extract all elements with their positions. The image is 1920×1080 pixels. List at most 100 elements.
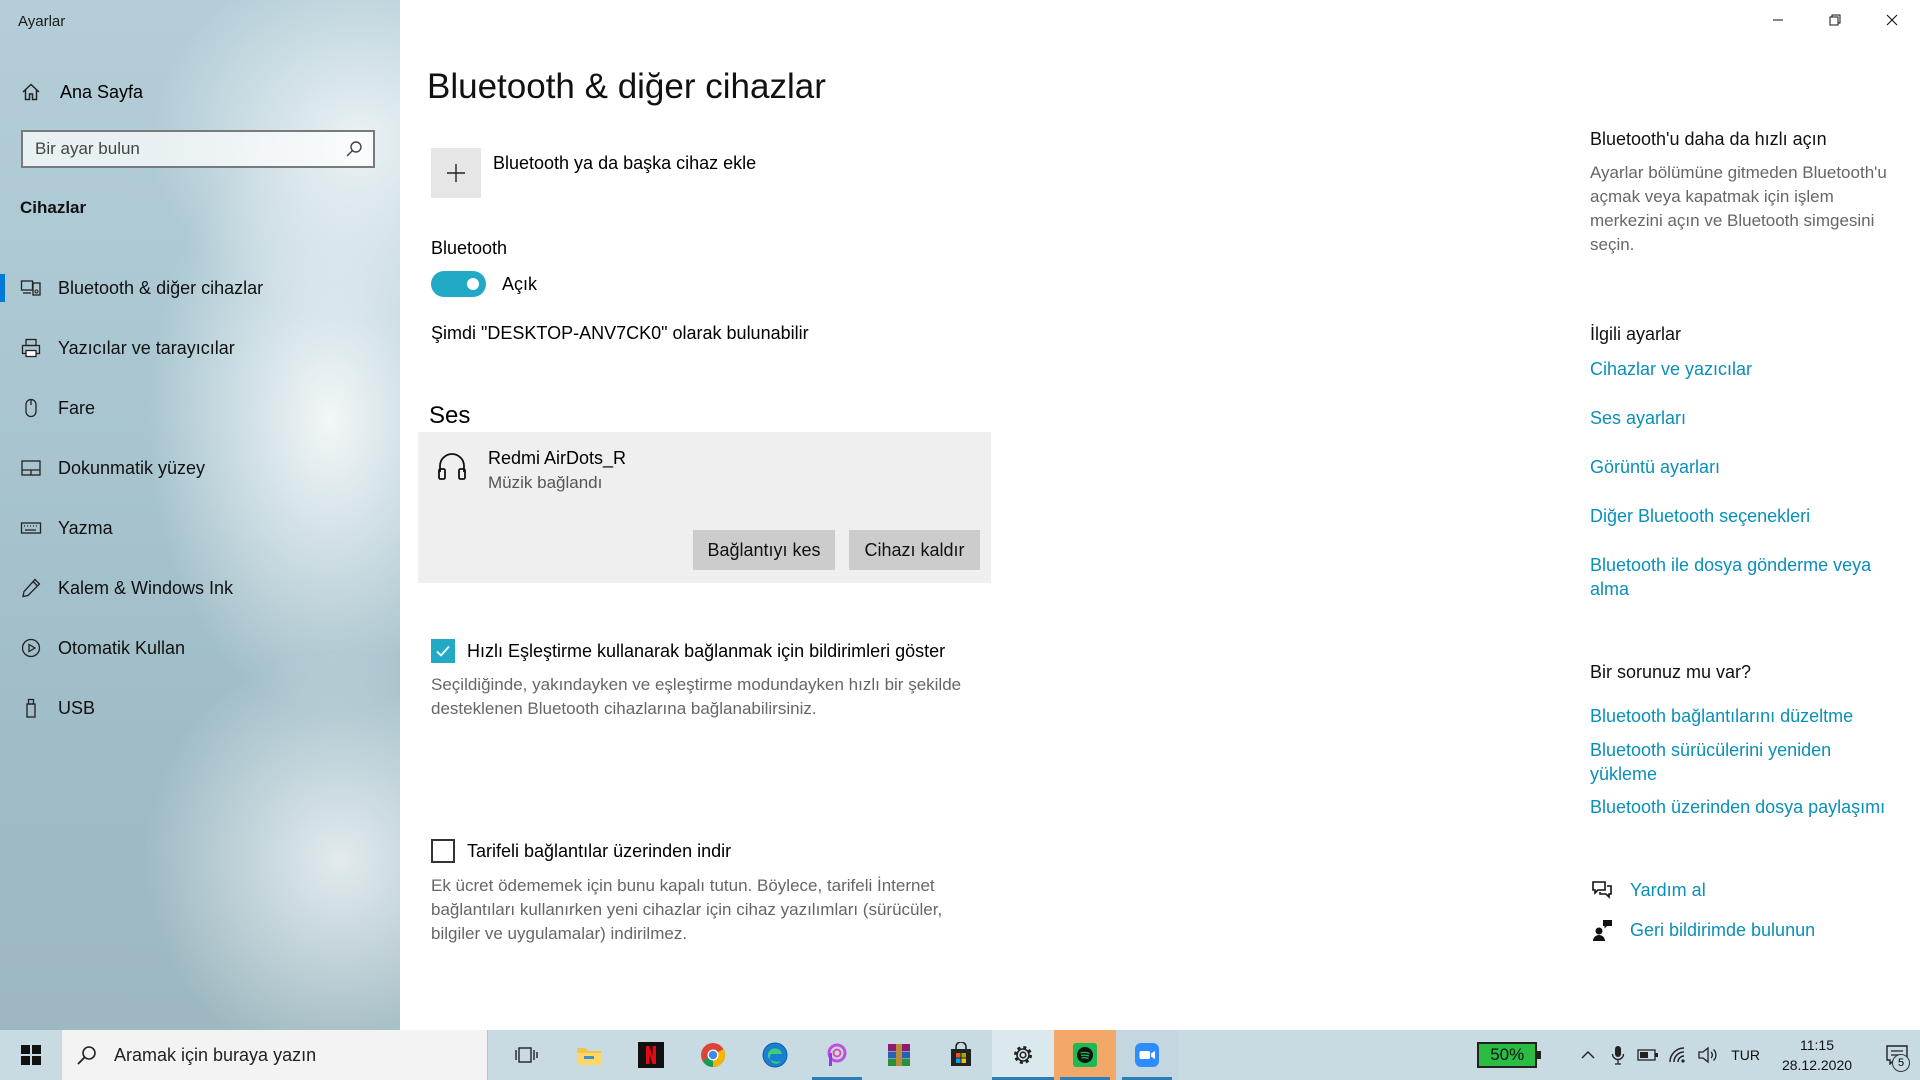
store-icon [951, 1042, 971, 1066]
window-controls [1749, 0, 1920, 40]
get-help-label: Yardım al [1630, 879, 1706, 900]
clock-date: 28.12.2020 [1781, 1057, 1853, 1073]
sidebar-item-pen[interactable]: Kalem & Windows Ink [0, 558, 400, 618]
volume-tray-button[interactable] [1693, 1030, 1723, 1080]
link-sound-settings[interactable]: Ses ayarları [1590, 406, 1900, 430]
sidebar-item-usb[interactable]: USB [0, 678, 400, 738]
zoom-button[interactable] [1116, 1030, 1178, 1080]
store-button[interactable] [930, 1030, 992, 1080]
bluetooth-devices-icon [20, 280, 41, 296]
edge-button[interactable] [744, 1030, 806, 1080]
disconnect-button[interactable]: Bağlantıyı kes [693, 530, 835, 570]
file-explorer-button[interactable] [558, 1030, 620, 1080]
related-settings-title: İlgili ayarlar [1590, 324, 1682, 344]
chrome-button[interactable] [682, 1030, 744, 1080]
sidebar-item-mouse[interactable]: Fare [0, 378, 400, 438]
quick-text: Ayarlar bölümüne gitmeden Bluetooth'u aç… [1590, 163, 1887, 254]
sidebar-item-printers[interactable]: Yazıcılar ve tarayıcılar [0, 318, 400, 378]
sidebar-item-typing[interactable]: Yazma [0, 498, 400, 558]
spotify-button[interactable] [1054, 1030, 1116, 1080]
add-device-button[interactable]: Bluetooth ya da başka cihaz ekle [431, 148, 756, 198]
taskbar-apps [496, 1030, 1178, 1080]
link-display-settings[interactable]: Görüntü ayarları [1590, 455, 1900, 479]
swift-pair-label: Hızlı Eşleştirme kullanarak bağlanmak iç… [467, 640, 946, 661]
settings-search-box[interactable] [21, 130, 375, 168]
chevron-up-icon [1581, 1051, 1595, 1059]
sidebar-item-label: Otomatik Kullan [58, 637, 186, 658]
remove-device-button[interactable]: Cihazı kaldır [849, 530, 980, 570]
sidebar-item-autoplay[interactable]: Otomatik Kullan [0, 618, 400, 678]
action-center-button[interactable]: 5 [1874, 1030, 1920, 1080]
home-nav-item[interactable]: Ana Sayfa [20, 78, 143, 106]
page-title: Bluetooth & diğer cihazlar [427, 67, 826, 106]
zoom-icon [1135, 1043, 1159, 1067]
restore-button[interactable] [1806, 0, 1863, 40]
sidebar-item-label: Yazma [58, 517, 113, 538]
winrar-button[interactable] [868, 1030, 930, 1080]
show-hidden-icons-button[interactable] [1573, 1030, 1603, 1080]
keyboard-icon [20, 522, 42, 534]
search-icon[interactable] [345, 140, 363, 158]
pen-icon [22, 578, 41, 598]
link-send-receive-files[interactable]: Bluetooth ile dosya gönderme veya alma [1590, 553, 1900, 601]
network-tray-button[interactable] [1663, 1030, 1693, 1080]
input-language[interactable]: TUR [1731, 1047, 1760, 1063]
close-button[interactable] [1863, 0, 1920, 40]
settings-icon [1014, 1046, 1032, 1064]
link-file-sharing[interactable]: Bluetooth üzerinden dosya paylaşımı [1590, 795, 1900, 819]
swift-pair-checkbox[interactable] [431, 639, 455, 663]
device-status: Müzik bağlandı [488, 473, 603, 492]
bluetooth-toggle[interactable] [431, 271, 486, 297]
link-reinstall-drivers[interactable]: Bluetooth sürücülerini yeniden yükleme [1590, 738, 1900, 786]
battery-tray-button[interactable] [1633, 1030, 1663, 1080]
metered-checkbox-row[interactable]: Tarifeli bağlantılar üzerinden indir [431, 839, 731, 863]
picsart-button[interactable] [806, 1030, 868, 1080]
task-view-button[interactable] [496, 1030, 558, 1080]
settings-search-input[interactable] [23, 138, 345, 160]
clock[interactable]: 11:15 28.12.2020 [1774, 1035, 1860, 1075]
headphones-icon [438, 453, 466, 480]
taskbar-search[interactable]: Aramak için buraya yazın [62, 1030, 488, 1080]
sidebar-item-label: Fare [58, 397, 96, 418]
microphone-tray-button[interactable] [1603, 1030, 1633, 1080]
notification-badge: 5 [1892, 1054, 1910, 1072]
start-button[interactable] [0, 1030, 62, 1080]
feedback-icon [1593, 920, 1612, 941]
help-chat-icon [1592, 881, 1612, 899]
netflix-button[interactable] [620, 1030, 682, 1080]
battery-percent-widget[interactable]: 50% [1477, 1042, 1542, 1068]
autoplay-icon [21, 638, 41, 658]
sidebar-item-touchpad[interactable]: Dokunmatik yüzey [0, 438, 400, 498]
audio-device-card[interactable]: Redmi AirDots_R Müzik bağlandı Bağlantıy… [418, 432, 991, 583]
get-help-link[interactable]: Yardım al [1590, 878, 1706, 902]
device-name: Redmi AirDots_R [488, 448, 627, 468]
minimize-icon [1772, 19, 1783, 21]
bluetooth-toggle-row: Açık [431, 271, 537, 297]
taskbar-search-text: Aramak için buraya yazın [114, 1044, 317, 1065]
feedback-link[interactable]: Geri bildirimde bulunun [1590, 918, 1815, 942]
system-tray: 50% TUR 11:15 28.12.2020 5 [1477, 1030, 1920, 1080]
metered-label: Tarifeli bağlantılar üzerinden indir [467, 840, 732, 861]
minimize-button[interactable] [1749, 0, 1806, 40]
link-more-bluetooth-options[interactable]: Diğer Bluetooth seçenekleri [1590, 504, 1900, 528]
clock-time: 11:15 [1800, 1037, 1834, 1053]
checkmark-icon [436, 645, 450, 657]
sidebar-item-label: Bluetooth & diğer cihazlar [58, 277, 264, 298]
link-fix-bluetooth[interactable]: Bluetooth bağlantılarını düzeltme [1590, 704, 1900, 728]
swift-pair-checkbox-row[interactable]: Hızlı Eşleştirme kullanarak bağlanmak iç… [431, 639, 945, 663]
sidebar-item-label: Kalem & Windows Ink [58, 577, 234, 598]
search-icon [77, 1046, 96, 1065]
add-tile[interactable] [431, 148, 481, 198]
settings-button[interactable] [992, 1030, 1054, 1080]
main-content: Bluetooth & diğer cihazlar Bluetooth ya … [400, 0, 1920, 1030]
link-devices-printers[interactable]: Cihazlar ve yazıcılar [1590, 357, 1900, 381]
winrar-icon [888, 1044, 910, 1066]
discoverable-text: Şimdi "DESKTOP-ANV7CK0" olarak bulunabil… [431, 323, 809, 343]
taskbar: Aramak için buraya yazın 50% TUR 11:15 2… [0, 1030, 1920, 1080]
metered-checkbox[interactable] [431, 839, 455, 863]
mouse-icon [25, 398, 37, 418]
sidebar-item-label: USB [58, 697, 96, 718]
feedback-label: Geri bildirimde bulunun [1630, 919, 1816, 940]
netflix-icon [638, 1042, 664, 1068]
sidebar-item-bluetooth[interactable]: Bluetooth & diğer cihazlar [0, 258, 400, 318]
